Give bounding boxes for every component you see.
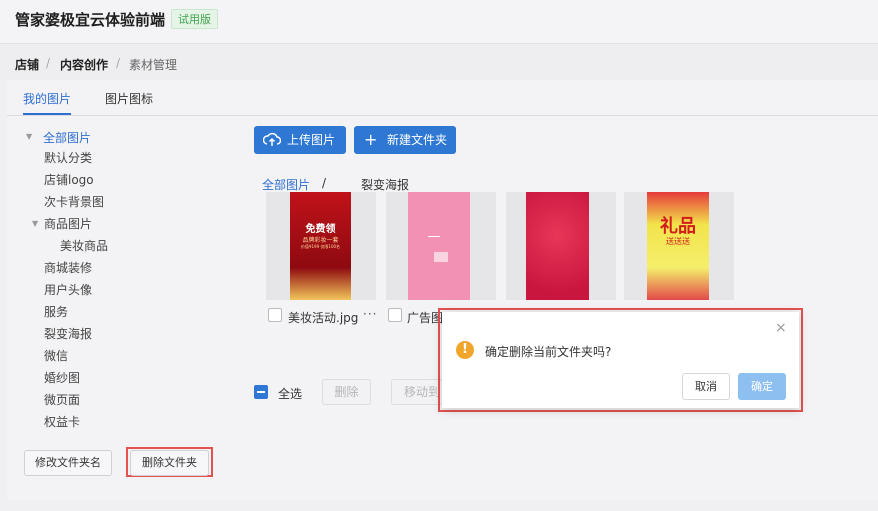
poster-text: 礼品 [660,216,696,237]
tree-item-product-images[interactable]: 商品图片 [44,215,92,232]
poster-text: 品牌彩妆一套 [302,237,339,244]
poster-image: 免费领 品牌彩妆一套 价值¥199 仅限100名 [290,192,351,300]
more-options-icon[interactable]: ··· [363,307,377,321]
dialog-message: 确定删除当前文件夹吗? [485,345,612,359]
image-thumbnail[interactable]: 礼品 送送送 [624,192,734,300]
tree-caret-expanded-icon[interactable]: ▼ [32,219,38,228]
trial-badge: 试用版 [171,9,218,29]
tab-image-icons[interactable]: 图片图标 [105,90,153,107]
thumbnail-name: 美妆活动.jpg [288,311,359,325]
path-separator: / [322,176,327,190]
tree-item-mall-decoration[interactable]: 商城装修 [44,259,92,276]
breadcrumb: 店铺 / 内容创作 / 素材管理 [0,45,878,79]
breadcrumb-store[interactable]: 店铺 [15,56,39,73]
select-all-label[interactable]: 全选 [278,385,302,402]
plus-icon: + [364,130,378,149]
thumbnail-checkbox[interactable] [388,308,402,322]
image-thumbnail[interactable]: 免费领 品牌彩妆一套 价值¥199 仅限100名 [266,192,376,300]
rename-folder-button[interactable]: 修改文件夹名 [24,450,112,476]
path-current: 裂变海报 [361,178,410,192]
delete-folder-button[interactable]: 删除文件夹 [130,450,209,476]
poster-text: 送送送 [666,237,690,246]
new-folder-button[interactable]: + 新建文件夹 [354,126,456,154]
path-root-link[interactable]: 全部图片 [262,176,310,193]
new-folder-label: 新建文件夹 [387,133,448,147]
poster-image: 礼品 送送送 [647,192,709,300]
breadcrumb-separator: / [116,56,121,70]
tree-item-wechat[interactable]: 微信 [44,347,68,364]
tree-item-all-images[interactable]: 全部图片 [43,129,91,146]
upload-image-label: 上传图片 [287,133,336,147]
breadcrumb-content-creation[interactable]: 内容创作 [60,56,108,73]
tab-my-images[interactable]: 我的图片 [23,90,71,107]
tree-caret-expanded-icon[interactable]: ▼ [26,132,32,141]
move-to-button[interactable]: 移动到 [391,379,443,405]
thumbnail-checkbox[interactable] [268,308,282,322]
breadcrumb-separator: / [46,56,51,70]
warning-icon: ! [456,341,474,359]
tab-active-indicator [23,113,71,115]
poster-image [526,192,589,300]
tree-item-fission-poster[interactable]: 裂变海报 [44,325,92,342]
tree-item-benefit-card[interactable]: 权益卡 [44,413,80,430]
tree-item-default[interactable]: 默认分类 [44,149,92,166]
poster-text: 免费领 [305,224,336,235]
image-thumbnail[interactable] [506,192,616,300]
tree-item-beauty-products[interactable]: 美妆商品 [60,237,108,254]
tree-item-wedding[interactable]: 婚纱图 [44,369,80,386]
upload-image-button[interactable]: 上传图片 [254,126,346,154]
breadcrumb-material-management: 素材管理 [129,58,178,72]
cloud-upload-icon [262,126,282,163]
top-bar: 管家婆极宜云体验前端 试用版 [0,0,878,44]
close-icon[interactable]: × [775,320,787,336]
select-all-checkbox[interactable] [254,385,268,399]
tree-item-user-avatar[interactable]: 用户头像 [44,281,92,298]
tree-item-micro-page[interactable]: 微页面 [44,391,80,408]
poster-image [408,192,470,300]
tree-item-store-logo[interactable]: 店铺logo [44,171,94,188]
app-title: 管家婆极宜云体验前端 [15,11,166,29]
poster-text: 价值¥199 仅限100名 [300,244,341,249]
delete-selected-button[interactable]: 删除 [322,379,371,405]
image-thumbnail[interactable] [386,192,496,300]
confirm-button[interactable]: 确定 [738,373,786,400]
tree-item-card-background[interactable]: 次卡背景图 [44,193,104,210]
cancel-button[interactable]: 取消 [682,373,730,400]
tree-item-service[interactable]: 服务 [44,303,68,320]
